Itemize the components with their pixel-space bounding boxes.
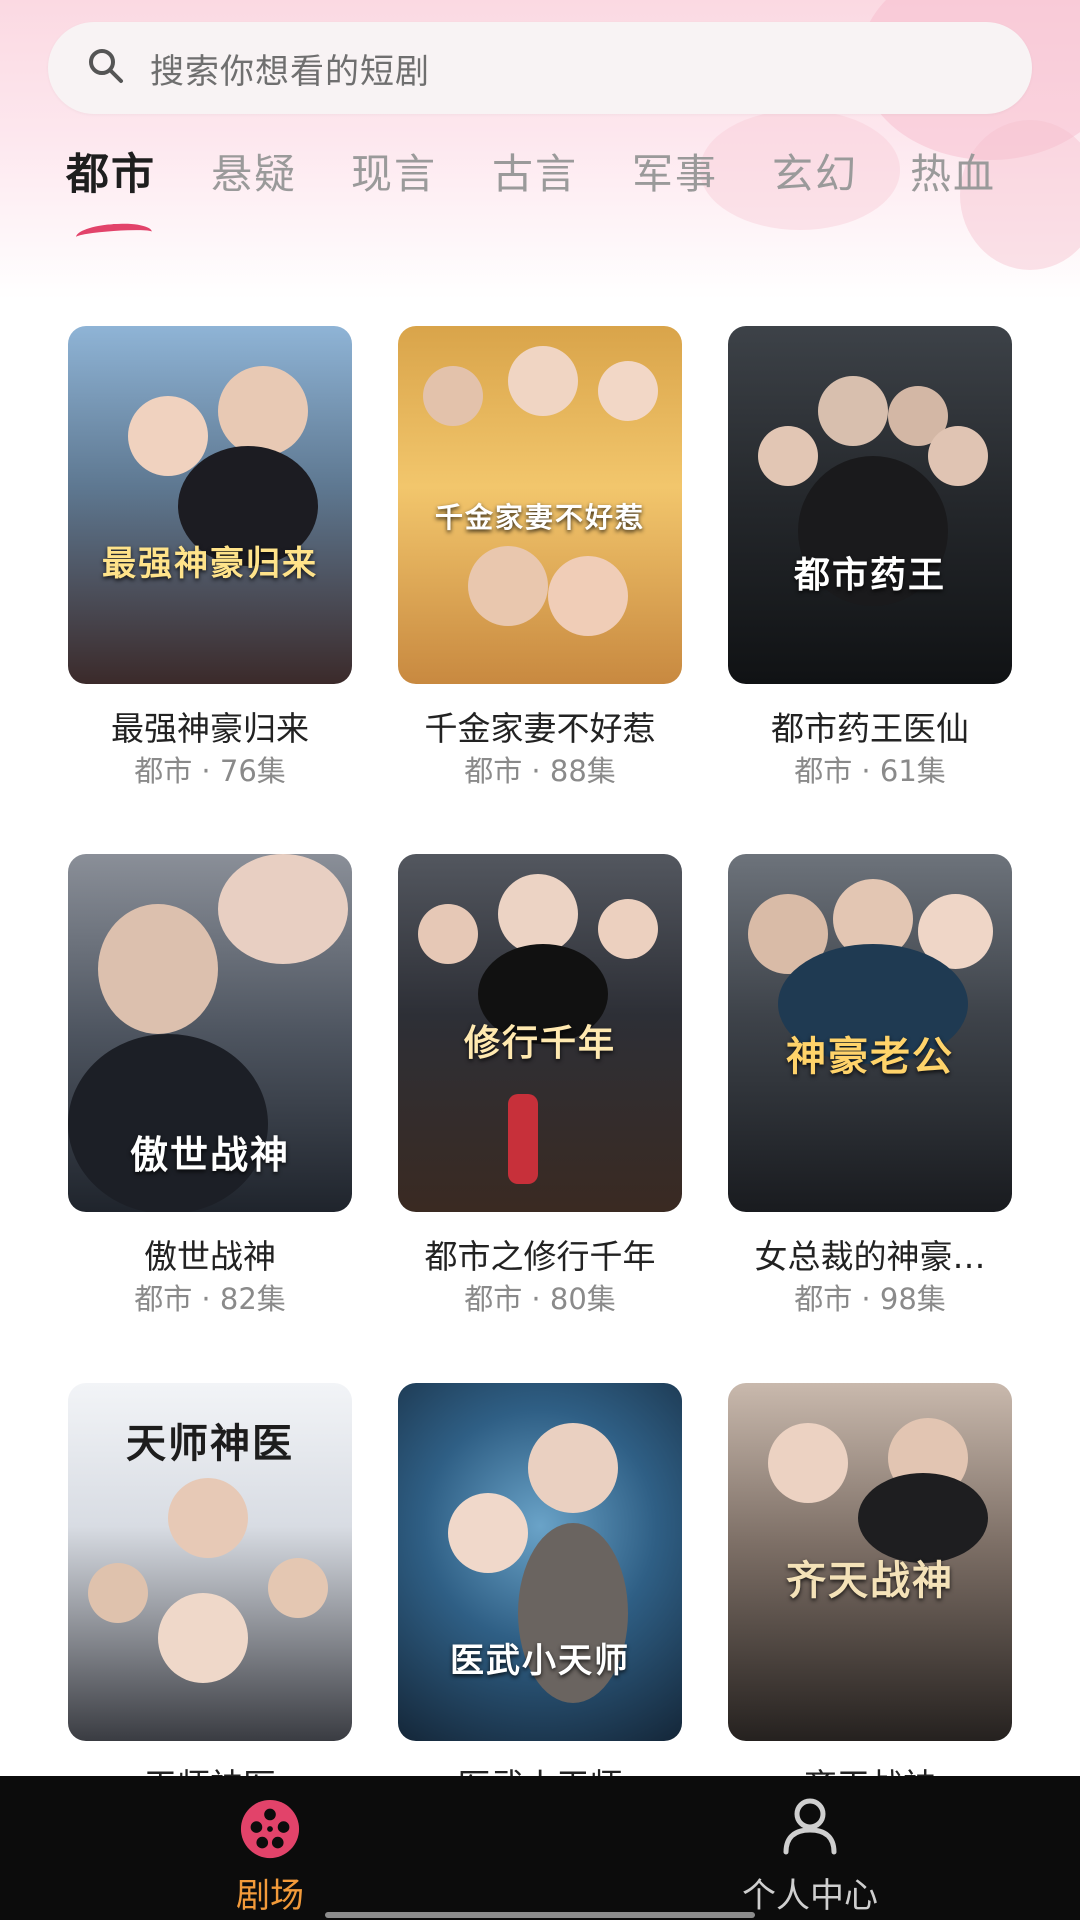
drama-title: 最强神豪归来 (111, 709, 309, 748)
poster-title-text: 最强神豪归来 (102, 544, 318, 584)
drama-poster[interactable]: 神豪老公 (728, 854, 1012, 1212)
poster-title-text: 齐天战神 (786, 1558, 954, 1604)
drama-meta: 都市 · 98集 (794, 1282, 946, 1316)
drama-title: 都市药王医仙 (771, 709, 969, 748)
drama-meta: 都市 · 76集 (134, 754, 286, 788)
tab-guyan[interactable]: 古言 (492, 140, 578, 200)
category-tabs: 都市 悬疑 现言 古言 军事 玄幻 热血 (0, 140, 1080, 210)
tab-xuanyi[interactable]: 悬疑 (211, 140, 297, 200)
poster-title-text: 傲世战神 (129, 1133, 290, 1177)
tab-dushi[interactable]: 都市 (66, 140, 156, 202)
person-icon (783, 1798, 837, 1855)
drama-meta: 都市 · 61集 (794, 754, 946, 788)
nav-profile-label: 个人中心 (742, 1876, 878, 1916)
search-placeholder[interactable]: 搜索你想看的短剧 (150, 44, 430, 93)
tab-xuanhuan[interactable]: 玄幻 (772, 140, 858, 200)
nav-theater-label: 剧场 (236, 1876, 304, 1916)
drama-meta: 都市 · 88集 (464, 754, 616, 788)
film-reel-icon (240, 1799, 300, 1859)
tab-junshi[interactable]: 军事 (632, 140, 718, 200)
tab-xianyan[interactable]: 现言 (351, 140, 437, 200)
home-indicator (325, 1912, 755, 1918)
drama-meta: 都市 · 80集 (464, 1282, 616, 1316)
drama-poster[interactable]: 千金家妻不好惹 (398, 326, 682, 684)
drama-poster[interactable]: 傲世战神 (68, 854, 352, 1212)
poster-title-text: 都市药王 (793, 555, 946, 596)
poster-title-text: 千金家妻不好惹 (434, 501, 645, 534)
drama-poster[interactable]: 都市药王 (728, 326, 1012, 684)
poster-title-text: 医武小天师 (450, 1641, 630, 1681)
drama-poster[interactable]: 最强神豪归来 (68, 326, 352, 684)
poster-title-text: 修行千年 (463, 1023, 616, 1064)
search-icon (89, 49, 123, 83)
drama-title: 傲世战神 (144, 1237, 276, 1276)
drama-poster[interactable]: 天师神医 (68, 1383, 352, 1741)
drama-poster[interactable]: 医武小天师 (398, 1383, 682, 1741)
poster-title-text: 天师神医 (126, 1421, 294, 1467)
nav-theater[interactable]: 剧场 (120, 1776, 420, 1920)
drama-title: 都市之修行千年 (424, 1237, 656, 1276)
drama-title: 女总裁的神豪… (754, 1237, 986, 1276)
drama-poster[interactable]: 齐天战神 (728, 1383, 1012, 1741)
drama-poster[interactable]: 修行千年 (398, 854, 682, 1212)
drama-meta: 都市 · 82集 (134, 1282, 286, 1316)
nav-profile[interactable]: 个人中心 (660, 1776, 960, 1920)
drama-title: 千金家妻不好惹 (424, 709, 656, 748)
tab-rexue[interactable]: 热血 (910, 140, 996, 200)
poster-title-text: 神豪老公 (786, 1034, 954, 1080)
bottom-navigation: 剧场 个人中心 (0, 1776, 1080, 1920)
